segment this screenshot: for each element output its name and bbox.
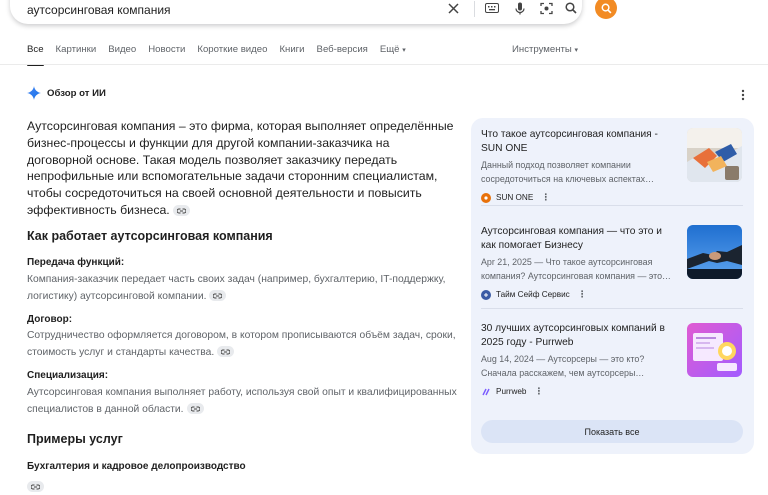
source-thumbnail[interactable] (687, 225, 742, 279)
source-site-name: SUN ONE (496, 193, 534, 202)
source-site: Purrweb ⋮ (481, 386, 743, 397)
search-tabs: Все Картинки Видео Новости Короткие виде… (27, 44, 418, 66)
show-all-button[interactable]: Показать все (481, 420, 743, 443)
sources-panel: Что такое аутсорсинговая компания - SUN … (471, 118, 754, 454)
search-input[interactable]: аутсорсинговая компания (27, 3, 171, 17)
link-chip-icon[interactable] (217, 346, 235, 358)
item-title-specialization: Специализация: (27, 370, 109, 381)
ai-overview-title: Обзор от ИИ (47, 87, 106, 99)
search-bar[interactable]: аутсорсинговая компания (10, 0, 582, 24)
source-snippet: Aug 14, 2024 — Аутсорсеры — это кто? Сна… (481, 354, 645, 378)
service-accounting-link (27, 478, 44, 495)
search-button-icon (601, 3, 611, 13)
source-site: SUN ONE ⋮ (481, 192, 743, 203)
item-text-transfer: Компания-заказчик передает часть своих з… (27, 272, 457, 305)
source-title[interactable]: Что такое аутсорсинговая компания - SUN … (481, 128, 679, 155)
item-text-specialization: Аутсорсинговая компания выполняет работу… (27, 385, 457, 418)
ai-overview-header: Обзор от ИИ (27, 86, 106, 100)
ai-sparkle-icon (27, 86, 41, 100)
tab-images[interactable]: Картинки (56, 44, 97, 66)
tab-more-label: Ещё (379, 44, 400, 55)
link-chip-icon[interactable] (209, 290, 227, 302)
item-text-transfer-body: Компания-заказчик передает часть своих з… (27, 274, 446, 302)
tab-all[interactable]: Все (27, 44, 44, 66)
tab-web[interactable]: Веб-версия (317, 44, 368, 66)
source-divider (481, 205, 743, 206)
source-card[interactable]: Что такое аутсорсинговая компания - SUN … (481, 128, 743, 203)
source-site-name: Тайм Сейф Сервис (496, 290, 570, 299)
source-thumbnail[interactable] (687, 128, 742, 182)
camera-search-icon[interactable] (539, 1, 553, 15)
clear-icon[interactable] (446, 1, 460, 15)
tab-short-videos[interactable]: Короткие видео (197, 44, 267, 66)
search-button[interactable] (595, 0, 617, 19)
source-card[interactable]: 30 лучших аутсорсинговых компаний в 2025… (481, 322, 743, 397)
tabs-divider (0, 64, 768, 65)
tab-videos[interactable]: Видео (108, 44, 136, 66)
site-logo-icon (481, 192, 491, 203)
link-chip-icon[interactable] (172, 205, 190, 217)
source-thumbnail[interactable] (687, 323, 742, 377)
item-title-transfer: Передача функций: (27, 257, 125, 268)
caret-down-icon: ▾ (402, 47, 406, 54)
more-options-icon[interactable] (741, 88, 745, 106)
item-text-contract-body: Сотрудничество оформляется договором, в … (27, 330, 456, 358)
site-logo-icon (481, 289, 491, 300)
item-title-contract: Договор: (27, 314, 73, 325)
source-card[interactable]: Аутсорсинговая компания — что это и как … (481, 225, 743, 300)
search-divider (474, 1, 475, 17)
tools-label: Инструменты (512, 44, 572, 55)
source-title[interactable]: Аутсорсинговая компания — что это и как … (481, 225, 679, 252)
link-chip-icon[interactable] (27, 481, 44, 493)
source-divider (481, 308, 743, 309)
more-options-icon[interactable]: ⋮ (578, 289, 587, 300)
tab-more[interactable]: Ещё ▾ (380, 44, 406, 66)
keyboard-icon[interactable] (485, 1, 499, 15)
caret-down-icon: ▾ (574, 47, 579, 54)
more-options-icon[interactable]: ⋮ (541, 192, 550, 203)
ai-intro-text: Аутсорсинговая компания – это фирма, кот… (27, 119, 454, 217)
item-text-specialization-body: Аутсорсинговая компания выполняет работу… (27, 387, 457, 415)
source-site-name: Purrweb (496, 387, 527, 396)
source-snippet: Данный подход позволяет компании сосредо… (481, 160, 654, 184)
site-logo-icon (481, 387, 491, 397)
source-snippet: Apr 21, 2025 — Что такое аутсорсинговая … (481, 257, 671, 281)
ai-intro-paragraph: Аутсорсинговая компания – это фирма, кот… (27, 118, 457, 219)
link-chip-icon[interactable] (186, 403, 204, 415)
source-title[interactable]: 30 лучших аутсорсинговых компаний в 2025… (481, 322, 679, 349)
tab-news[interactable]: Новости (148, 44, 185, 66)
microphone-icon[interactable] (513, 1, 527, 15)
search-icon[interactable] (564, 1, 578, 15)
service-title-accounting: Бухгалтерия и кадровое делопроизводство (27, 461, 246, 472)
item-text-contract: Сотрудничество оформляется договором, в … (27, 328, 457, 361)
tab-books[interactable]: Книги (279, 44, 304, 66)
source-site: Тайм Сейф Сервис ⋮ (481, 289, 743, 300)
tools-button[interactable]: Инструменты ▾ (512, 44, 578, 55)
ai-overview-content: Аутсорсинговая компания – это фирма, кот… (27, 118, 457, 493)
section-title-examples: Примеры услуг (27, 432, 123, 446)
section-title-how-it-works: Как работает аутсорсинговая компания (27, 229, 273, 243)
more-options-icon[interactable]: ⋮ (535, 386, 544, 397)
